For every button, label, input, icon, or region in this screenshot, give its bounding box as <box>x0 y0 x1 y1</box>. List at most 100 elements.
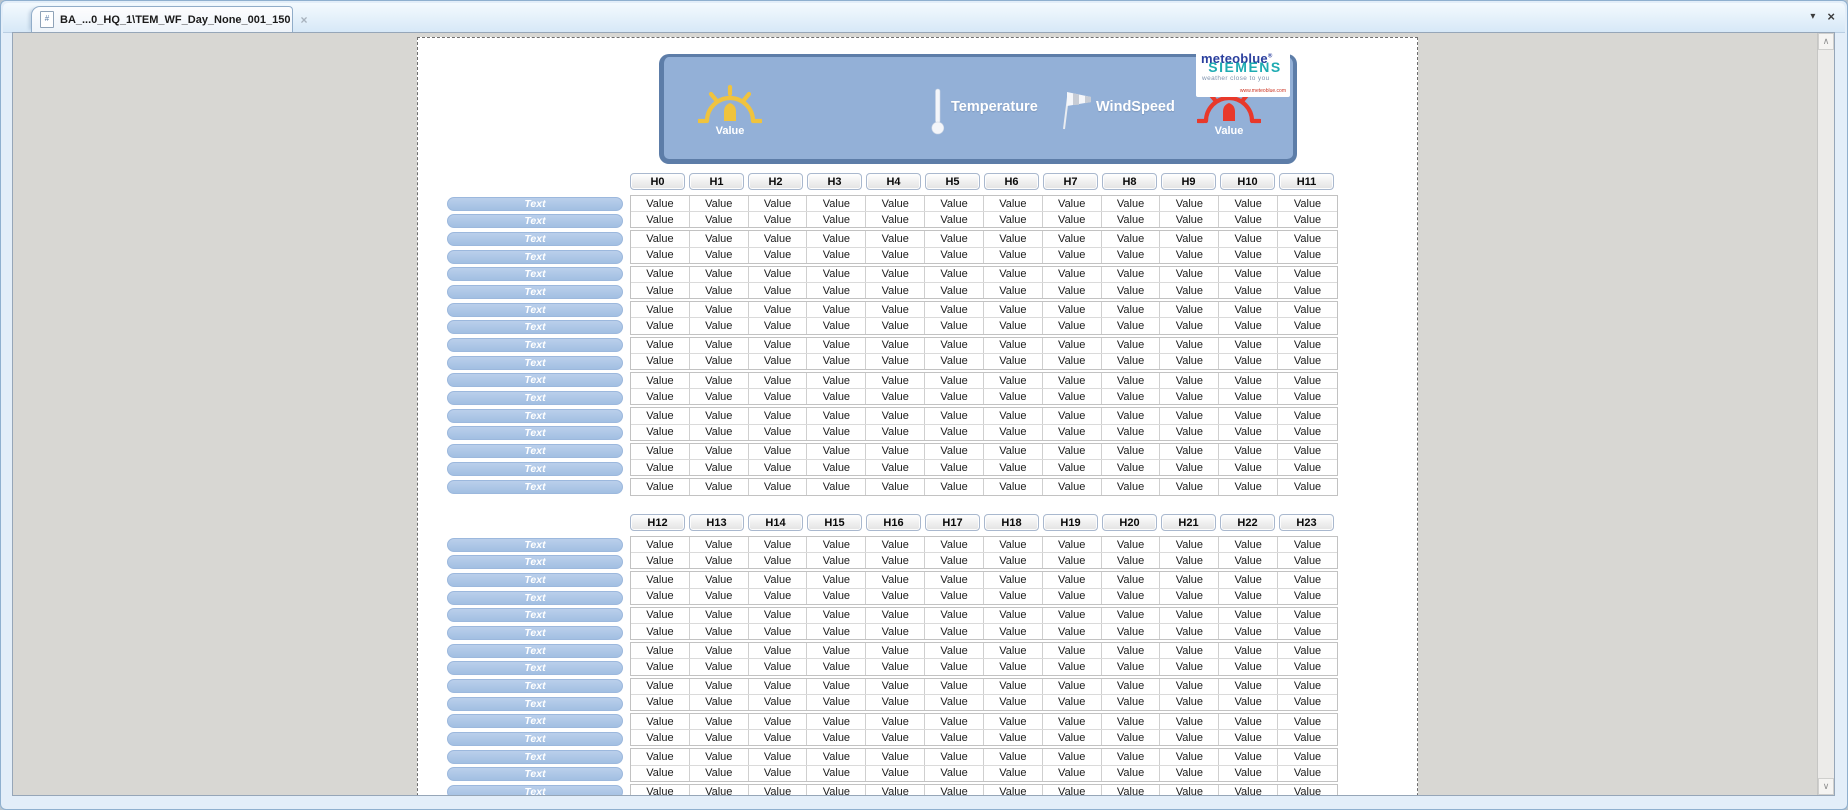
scroll-up-button[interactable]: ∧ <box>1818 33 1834 50</box>
row-label-pill: Text <box>447 480 623 494</box>
value-cell: Value <box>866 302 925 317</box>
column-header: H18 <box>984 514 1039 531</box>
value-cell: Value <box>925 785 984 796</box>
column-header: H1 <box>689 173 744 190</box>
value-cell: Value <box>690 643 749 658</box>
column-header: H0 <box>630 173 685 190</box>
value-cell: Value <box>1219 537 1278 552</box>
value-cell: Value <box>1160 730 1219 745</box>
value-cell: Value <box>984 196 1043 211</box>
value-cell: Value <box>984 479 1043 494</box>
value-cell: Value <box>1278 444 1337 459</box>
value-cell: Value <box>807 679 866 694</box>
value-cell: Value <box>631 679 690 694</box>
value-cell: Value <box>1102 338 1161 353</box>
value-cell: Value <box>690 659 749 674</box>
value-cell: Value <box>1043 283 1102 298</box>
value-cell: Value <box>984 714 1043 729</box>
value-cell: Value <box>1219 785 1278 796</box>
value-cell: Value <box>1102 749 1161 764</box>
row-label-pill: Text <box>447 391 623 405</box>
value-cell: Value <box>866 212 925 227</box>
row-label-pill: Text <box>447 732 623 746</box>
value-cell: Value <box>749 679 808 694</box>
design-canvas: Value Temperature WindSpeed <box>12 32 1835 796</box>
value-cell: Value <box>1219 212 1278 227</box>
table-row: ValueValueValueValueValueValueValueValue… <box>631 231 1337 246</box>
value-cell: Value <box>1043 766 1102 781</box>
value-cell: Value <box>866 589 925 604</box>
column-header: H17 <box>925 514 980 531</box>
scroll-down-button[interactable]: ∨ <box>1818 778 1834 795</box>
value-cell: Value <box>690 248 749 263</box>
value-cell: Value <box>866 354 925 369</box>
value-cell: Value <box>984 338 1043 353</box>
tab-bar: # BA_...0_HQ_1\TEM_WF_Day_None_001_150 ×… <box>3 3 1845 33</box>
value-cell: Value <box>866 444 925 459</box>
value-cell: Value <box>631 354 690 369</box>
value-cell: Value <box>1219 695 1278 710</box>
windsock-icon <box>1057 85 1097 131</box>
value-cell: Value <box>984 425 1043 440</box>
chevron-down-icon[interactable]: ▾ <box>1810 12 1815 22</box>
value-cell: Value <box>1278 212 1337 227</box>
value-cell: Value <box>749 460 808 475</box>
value-cell: Value <box>690 624 749 639</box>
value-cell: Value <box>631 714 690 729</box>
column-header: H8 <box>1102 173 1157 190</box>
value-cell: Value <box>1160 479 1219 494</box>
value-cell: Value <box>1219 354 1278 369</box>
value-cell: Value <box>984 572 1043 587</box>
value-cell: Value <box>984 659 1043 674</box>
value-cell: Value <box>631 389 690 404</box>
row-label-pill: Text <box>447 767 623 781</box>
value-cell: Value <box>1160 749 1219 764</box>
value-cell: Value <box>1043 785 1102 796</box>
tab-close-icon[interactable]: × <box>301 14 308 26</box>
value-cell: Value <box>1043 302 1102 317</box>
value-cell: Value <box>866 695 925 710</box>
value-cell: Value <box>807 785 866 796</box>
value-cell: Value <box>1043 695 1102 710</box>
value-cell: Value <box>749 608 808 623</box>
value-cell: Value <box>1219 572 1278 587</box>
column-header: H6 <box>984 173 1039 190</box>
value-cell: Value <box>1043 248 1102 263</box>
value-cell: Value <box>866 714 925 729</box>
table-row: ValueValueValueValueValueValueValueValue… <box>631 424 1337 440</box>
value-cell: Value <box>749 212 808 227</box>
table-row: ValueValueValueValueValueValueValueValue… <box>631 302 1337 317</box>
value-cell: Value <box>631 730 690 745</box>
value-cell: Value <box>1102 318 1161 333</box>
value-cell: Value <box>690 537 749 552</box>
value-cell: Value <box>807 624 866 639</box>
document-icon: # <box>40 11 54 28</box>
value-cell: Value <box>1160 460 1219 475</box>
table-row: ValueValueValueValueValueValueValueValue… <box>631 408 1337 423</box>
value-cell: Value <box>1102 354 1161 369</box>
value-cell: Value <box>866 283 925 298</box>
value-cell: Value <box>1102 283 1161 298</box>
table-body: ValueValueValueValueValueValueValueValue… <box>630 536 1338 796</box>
column-header: H19 <box>1043 514 1098 531</box>
value-cell: Value <box>1102 389 1161 404</box>
value-cell: Value <box>925 608 984 623</box>
value-cell: Value <box>866 679 925 694</box>
value-cell: Value <box>925 553 984 568</box>
table-row: ValueValueValueValueValueValueValueValue… <box>631 282 1337 298</box>
value-cell: Value <box>1102 212 1161 227</box>
value-cell: Value <box>1102 479 1161 494</box>
row-label-pill: Text <box>447 373 623 387</box>
close-icon[interactable]: × <box>1827 10 1835 23</box>
value-cell: Value <box>925 537 984 552</box>
value-cell: Value <box>925 730 984 745</box>
vertical-scrollbar[interactable]: ∧ ∨ <box>1817 33 1834 795</box>
value-cell: Value <box>1160 679 1219 694</box>
document-tab[interactable]: # BA_...0_HQ_1\TEM_WF_Day_None_001_150 × <box>31 6 293 32</box>
value-cell: Value <box>690 714 749 729</box>
value-cell: Value <box>1219 196 1278 211</box>
value-cell: Value <box>631 766 690 781</box>
value-cell: Value <box>690 283 749 298</box>
value-cell: Value <box>690 766 749 781</box>
value-cell: Value <box>690 267 749 282</box>
